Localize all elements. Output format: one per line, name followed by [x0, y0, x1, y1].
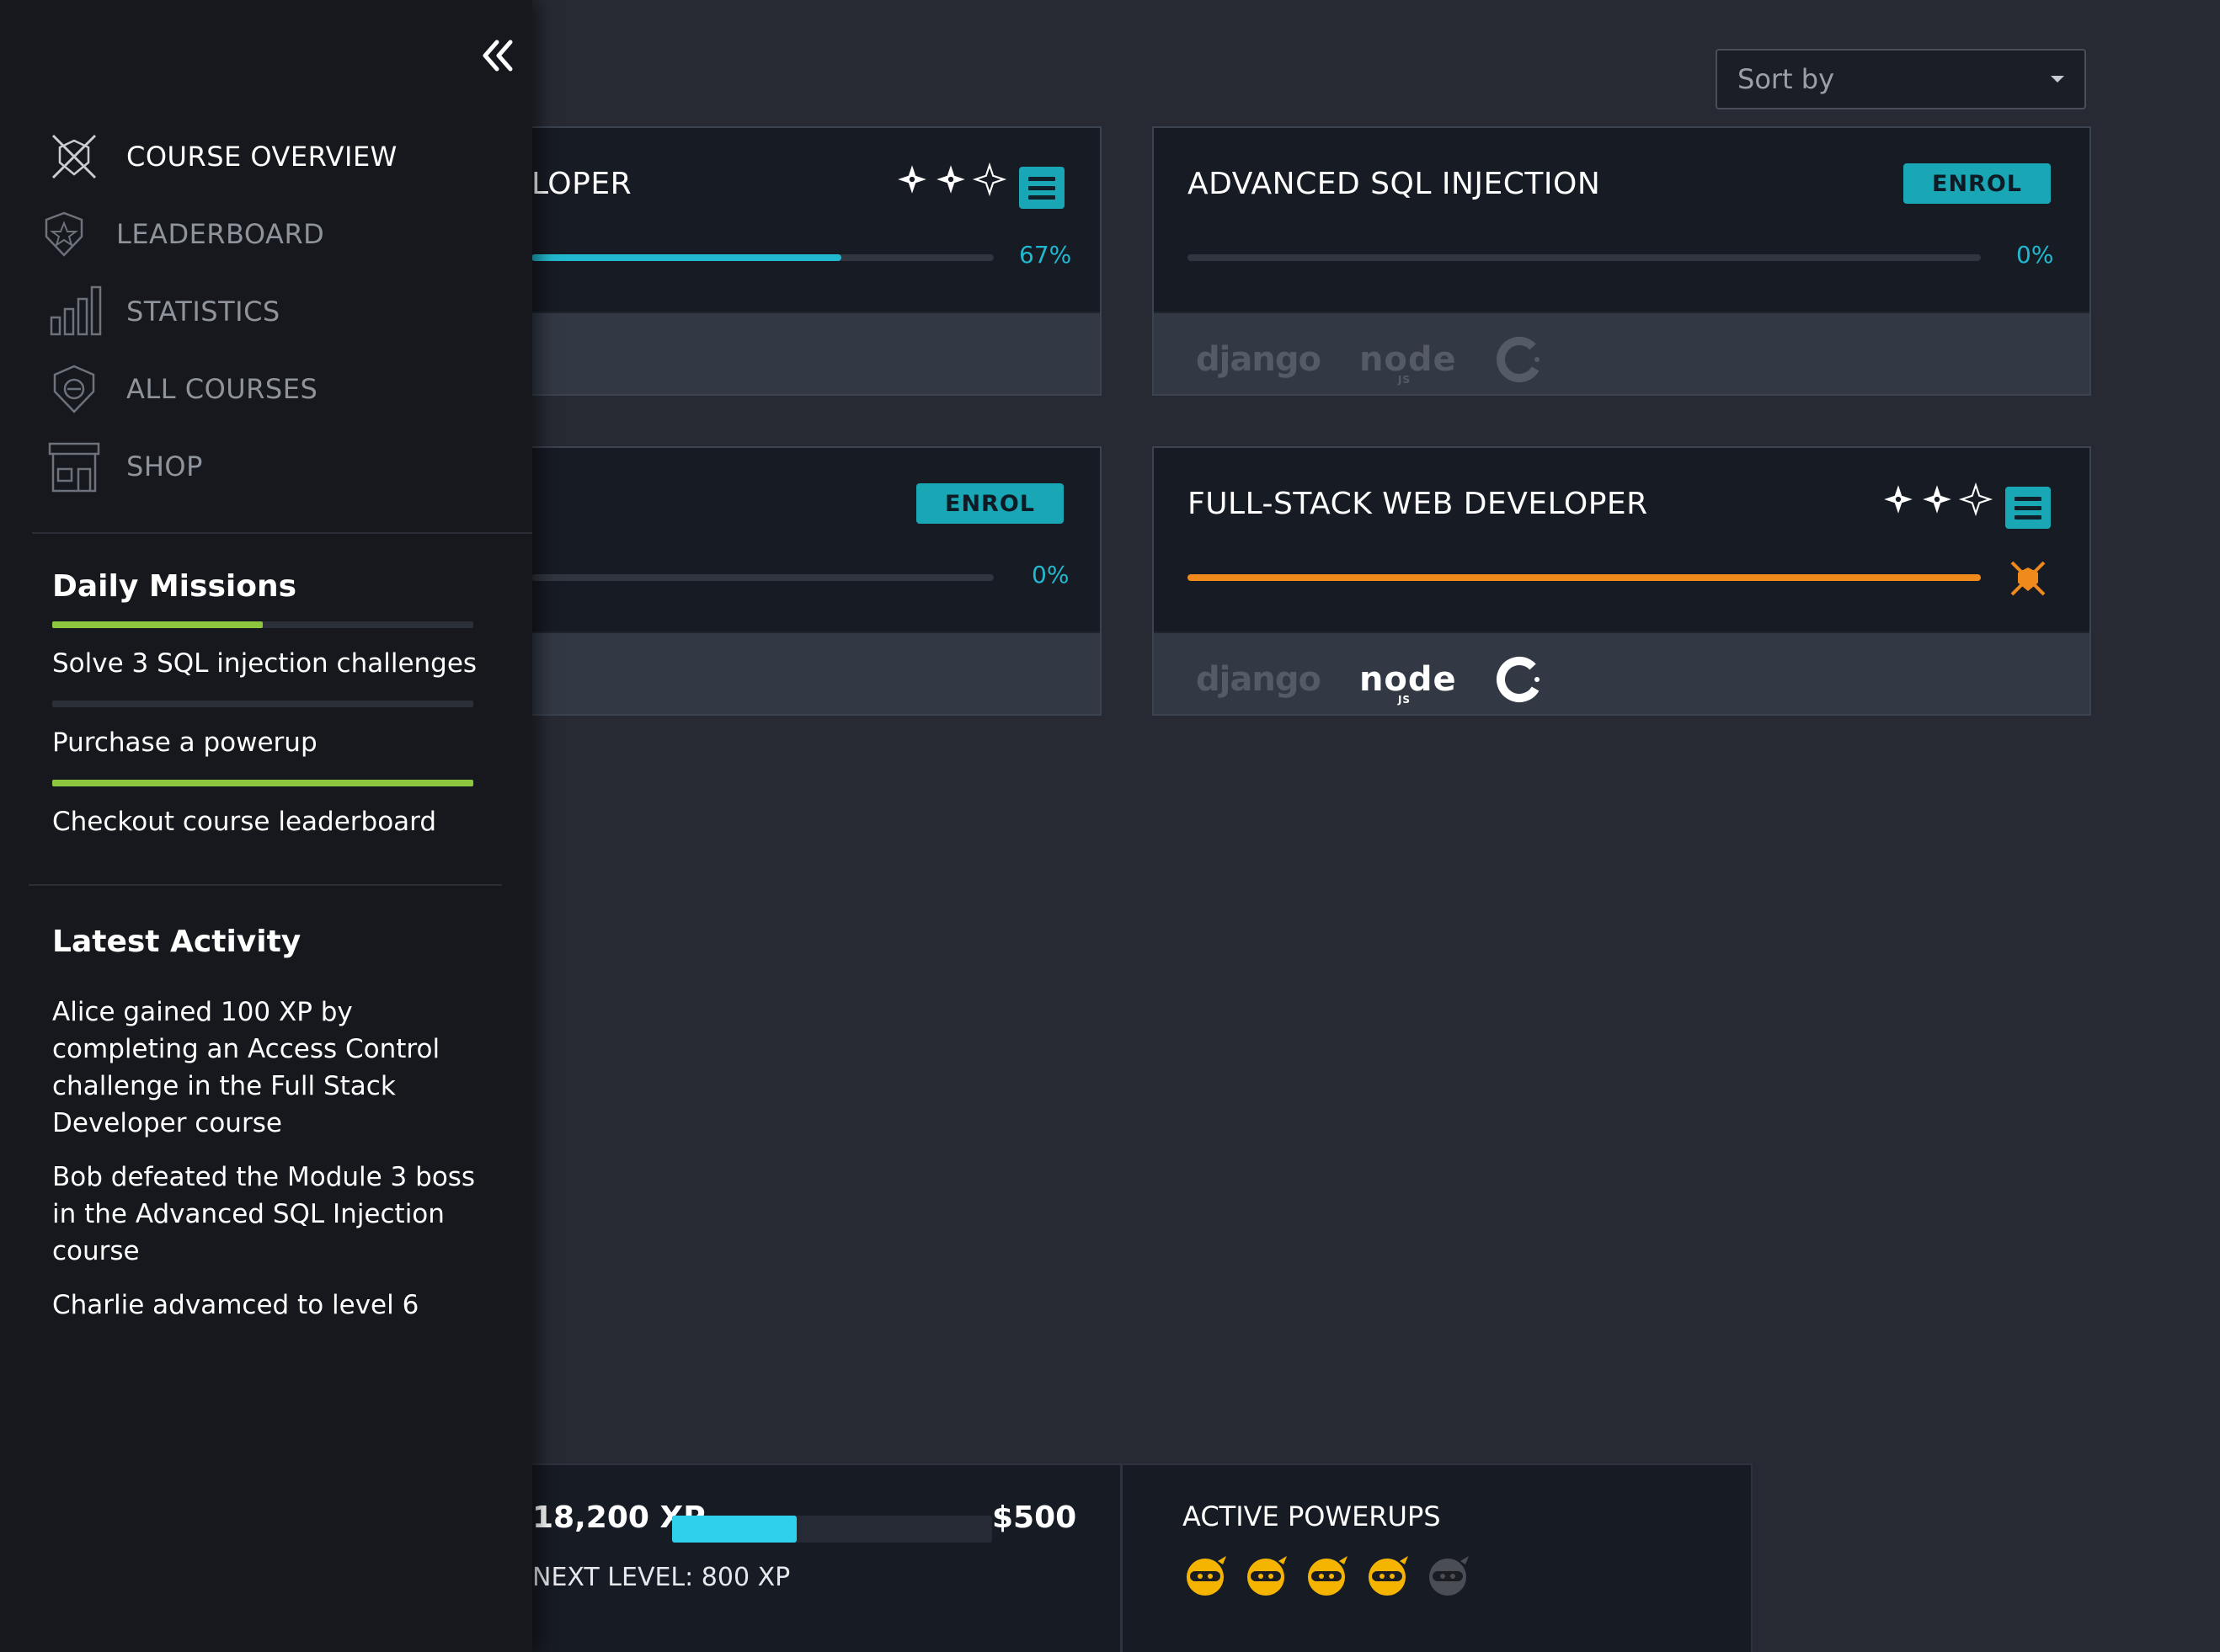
mission-progress-fill	[52, 780, 473, 786]
course-card-header: ADVANCED SQL INJECTION ENROL 0%	[1154, 128, 2089, 313]
player-status-bar: 18,200 XP $500 NEXT LEVEL: 800 XP ACTIVE…	[531, 1463, 1753, 1652]
course-progress-label: 0%	[1032, 561, 1070, 589]
active-powerups-list	[1182, 1551, 1472, 1598]
xp-progress-bar	[672, 1516, 992, 1543]
sidebar-item-statistics[interactable]: STATISTICS	[44, 273, 398, 350]
activity-item: Charlie advamced to level 6	[52, 1290, 419, 1320]
sidebar-item-leaderboard[interactable]: LEADERBOARD	[44, 195, 398, 273]
divider	[32, 532, 532, 534]
mission-progress-bar	[52, 621, 473, 628]
shuriken-outline-icon	[1958, 482, 1993, 517]
activity-item: Bob defeated the Module 3 boss in the Ad…	[52, 1162, 476, 1266]
tech-stack: django node JS	[1196, 650, 1543, 709]
sidebar-item-label: STATISTICS	[126, 296, 280, 328]
course-progress-bar	[1187, 254, 1981, 261]
course-progress-label: 67%	[1019, 241, 1072, 269]
sidebar-nav: COURSE OVERVIEW LEADERBOARD STATISTICS A…	[44, 118, 398, 505]
divider	[1120, 1465, 1123, 1652]
shuriken-icon	[898, 165, 926, 194]
sidebar: COURSE OVERVIEW LEADERBOARD STATISTICS A…	[0, 0, 532, 1652]
xp-progress-fill	[672, 1516, 798, 1543]
enrol-button[interactable]: ENROL	[916, 483, 1064, 524]
mission-progress-bar	[52, 701, 473, 707]
nodejs-logo-sub: JS	[1397, 374, 1412, 386]
tech-stack: django node JS	[1196, 330, 1543, 389]
course-shield-icon	[44, 359, 104, 419]
currency-balance: $500	[992, 1500, 1077, 1535]
crossed-swords-shield-icon	[44, 126, 104, 187]
course-progress-bar	[531, 574, 994, 581]
course-menu-button[interactable]	[1019, 167, 1065, 209]
next-level-label: NEXT LEVEL: 800 XP	[532, 1563, 791, 1592]
shuriken-outline-icon	[972, 162, 1007, 197]
course-progress-bar	[531, 254, 994, 261]
course-card-header: FULL-STACK WEB DEVELOPER	[1154, 448, 2089, 633]
sidebar-item-label: SHOP	[126, 450, 203, 482]
django-logo: django	[1196, 660, 1321, 699]
ninja-powerup-icon	[1308, 1556, 1347, 1596]
sidebar-item-course-overview[interactable]: COURSE OVERVIEW	[44, 118, 398, 195]
difficulty-rating	[894, 162, 1007, 197]
shuriken-icon	[1884, 485, 1913, 514]
sidebar-item-label: ALL COURSES	[126, 373, 318, 405]
difficulty-rating	[1881, 482, 1993, 517]
mission-progress-fill	[52, 621, 263, 628]
mission-progress-bar	[52, 780, 473, 786]
ninja-powerup-inactive-icon	[1429, 1556, 1469, 1596]
django-logo: django	[1196, 340, 1321, 379]
c-language-icon	[1496, 657, 1542, 702]
mission-item: Purchase a powerup	[52, 727, 318, 758]
sidebar-item-label: LEADERBOARD	[116, 218, 325, 250]
c-language-icon	[1496, 337, 1542, 382]
course-card[interactable]: FULL-STACK WEB DEVELOPER django node JS	[1152, 446, 2091, 716]
storefront-icon	[44, 436, 104, 497]
divider	[29, 884, 502, 886]
sidebar-item-all-courses[interactable]: ALL COURSES	[44, 350, 398, 428]
course-progress-fill	[1187, 574, 1981, 581]
course-progress-fill	[531, 254, 841, 261]
ninja-powerup-icon	[1247, 1556, 1287, 1596]
ninja-powerup-icon	[1369, 1556, 1408, 1596]
course-progress-bar	[1187, 574, 1981, 581]
nodejs-logo: node JS	[1359, 340, 1457, 386]
mission-item: Solve 3 SQL injection challenges	[52, 648, 478, 679]
latest-activity-title: Latest Activity	[52, 925, 302, 959]
star-shield-icon	[34, 204, 94, 264]
ninja-powerup-icon	[1187, 1556, 1226, 1596]
course-menu-button[interactable]	[2005, 487, 2051, 529]
activity-item: Alice gained 100 XP by completing an Acc…	[52, 997, 440, 1138]
course-complete-swords-icon	[2010, 561, 2046, 596]
collapse-sidebar-icon[interactable]	[473, 32, 520, 79]
nodejs-logo-sub: JS	[1397, 694, 1412, 706]
sidebar-item-label: COURSE OVERVIEW	[126, 141, 398, 173]
bar-chart-icon	[44, 281, 104, 342]
shuriken-icon	[937, 165, 965, 194]
enrol-button[interactable]: ENROL	[1903, 163, 2051, 204]
nodejs-logo: node JS	[1359, 660, 1457, 706]
mission-item: Checkout course leaderboard	[52, 807, 437, 837]
course-card[interactable]: ADVANCED SQL INJECTION ENROL 0% django n…	[1152, 126, 2091, 396]
chevron-down-icon	[2051, 76, 2064, 83]
course-title: FULL-STACK WEB DEVELOPER	[1187, 487, 1648, 521]
sidebar-item-shop[interactable]: SHOP	[44, 428, 398, 505]
course-title: LOPER	[531, 167, 632, 201]
course-title: ADVANCED SQL INJECTION	[1187, 167, 1601, 201]
activity-feed: Alice gained 100 XP by completing an Acc…	[52, 994, 490, 1340]
daily-missions-title: Daily Missions	[52, 569, 297, 604]
active-powerups-title: ACTIVE POWERUPS	[1182, 1500, 1441, 1532]
sort-dropdown-label: Sort by	[1737, 63, 1835, 95]
shuriken-icon	[1923, 485, 1951, 514]
course-progress-label: 0%	[2016, 241, 2054, 269]
sort-dropdown[interactable]: Sort by	[1716, 49, 2086, 109]
